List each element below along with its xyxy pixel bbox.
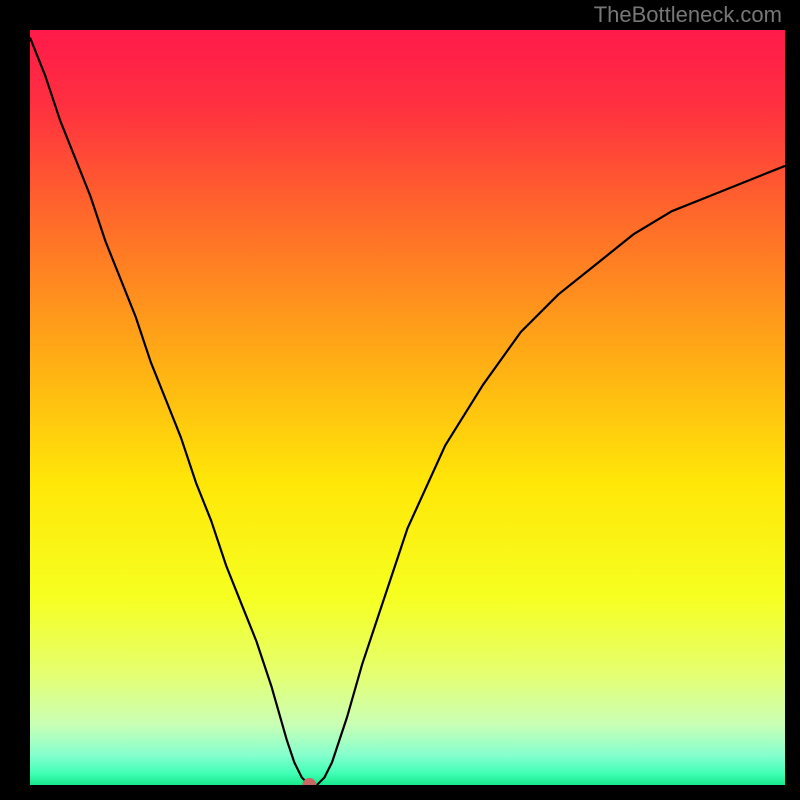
watermark-label: TheBottleneck.com [594,2,782,28]
plot-svg [30,30,785,785]
chart-container: TheBottleneck.com [0,0,800,800]
gradient-background [30,30,785,785]
plot-area [30,30,785,785]
